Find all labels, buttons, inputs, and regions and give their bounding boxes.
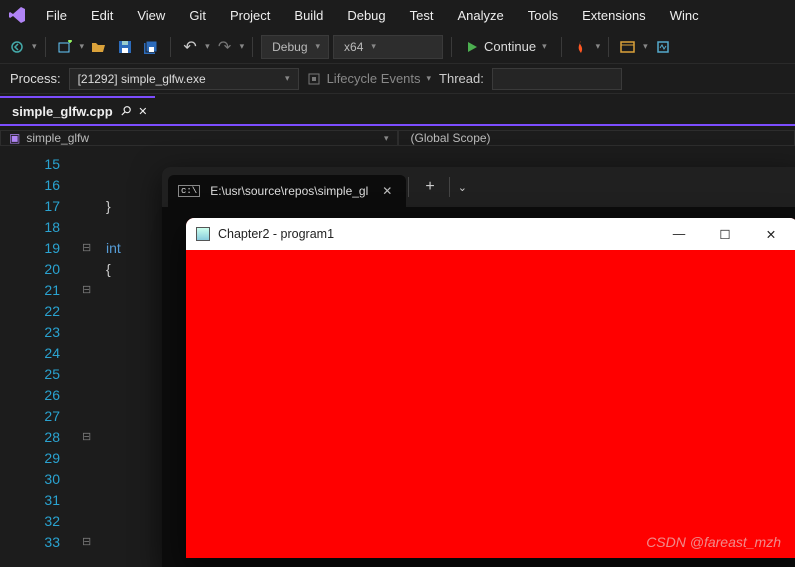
continue-button[interactable]: Continue ▾ [460,35,553,59]
project-icon: ▣ [9,131,20,145]
project-scope-dropdown[interactable]: ▣ simple_glfw ▾ [0,130,398,146]
tab-close-button[interactable]: ✕ [138,105,147,118]
vs-logo-icon [0,5,34,25]
chevron-down-icon[interactable]: ▾ [32,41,37,52]
minimize-button[interactable]: — [656,218,702,250]
separator [45,37,46,57]
global-scope-label: (Global Scope) [411,131,491,145]
terminal-tab-menu[interactable]: ⌄ [450,181,475,194]
pin-icon[interactable]: ⚲ [116,102,134,120]
hot-reload-button[interactable] [570,35,592,59]
tab-filename: simple_glfw.cpp [12,104,113,119]
app-canvas [186,250,795,558]
continue-label: Continue [484,39,536,54]
maximize-button[interactable]: ☐ [702,218,748,250]
debug-process-bar: Process: [21292] simple_glfw.exe▾ Lifecy… [0,64,795,94]
separator [608,37,609,57]
fold-gutter[interactable]: ⊟ ⊟ ⊟ ⊟ [82,150,102,553]
menu-edit[interactable]: Edit [79,2,125,29]
app-title-bar[interactable]: Chapter2 - program1 — ☐ ✕ [186,218,795,250]
process-value: [21292] simple_glfw.exe [78,72,206,86]
play-icon [466,41,478,53]
separator [252,37,253,57]
chevron-down-icon[interactable]: ▾ [596,41,601,52]
browser-button[interactable] [617,35,639,59]
menu-test[interactable]: Test [398,2,446,29]
terminal-tab[interactable]: c:\ E:\usr\source\repos\simple_gl ✕ [168,175,406,207]
save-all-button[interactable] [140,35,162,59]
menu-project[interactable]: Project [218,2,282,29]
close-button[interactable]: ✕ [748,218,794,250]
terminal-add-tab[interactable]: + [411,178,448,196]
separator [561,37,562,57]
chevron-down-icon[interactable]: ▾ [80,41,85,52]
scope-bar: ▣ simple_glfw ▾ (Global Scope) [0,126,795,150]
lifecycle-label: Lifecycle Events [327,71,421,86]
separator [170,37,171,57]
menu-extensions[interactable]: Extensions [570,2,658,29]
main-toolbar: ▾ ▾ ↶ ▾ ↷ ▾ Debug▾ x64▾ Continue ▾ ▾ ▾ [0,30,795,64]
keyword-int: int [106,240,121,256]
document-tab[interactable]: simple_glfw.cpp ⚲ ✕ [0,96,155,124]
lifecycle-events-button[interactable]: Lifecycle Events ▾ [307,67,431,91]
menu-debug[interactable]: Debug [335,2,397,29]
nav-back-button[interactable] [6,35,28,59]
app-window-title: Chapter2 - program1 [218,227,334,241]
new-item-button[interactable] [54,35,76,59]
menu-analyze[interactable]: Analyze [445,2,515,29]
undo-button[interactable]: ↶ [179,35,201,59]
diagnostics-button[interactable] [652,35,674,59]
menu-build[interactable]: Build [282,2,335,29]
terminal-tab-close[interactable]: ✕ [378,184,396,198]
app-window[interactable]: Chapter2 - program1 — ☐ ✕ [186,218,795,558]
chevron-down-icon[interactable]: ▾ [643,41,648,52]
project-name: simple_glfw [26,131,89,145]
configuration-dropdown[interactable]: Debug▾ [261,35,329,59]
open-folder-button[interactable] [88,35,110,59]
process-dropdown[interactable]: [21292] simple_glfw.exe▾ [69,68,299,90]
thread-label: Thread: [439,71,484,86]
save-button[interactable] [114,35,136,59]
terminal-tab-bar: c:\ E:\usr\source\repos\simple_gl ✕ + ⌄ [162,167,795,207]
menu-file[interactable]: File [34,2,79,29]
menu-window[interactable]: Winc [658,2,711,29]
menu-tools[interactable]: Tools [516,2,570,29]
chevron-down-icon[interactable]: ▾ [240,41,245,52]
chevron-down-icon[interactable]: ▾ [205,41,210,52]
redo-button[interactable]: ↷ [214,35,236,59]
process-label: Process: [10,71,61,86]
separator [451,37,452,57]
platform-label: x64 [344,40,363,54]
menu-bar: File Edit View Git Project Build Debug T… [0,0,795,30]
terminal-tab-title: E:\usr\source\repos\simple_gl [210,184,368,198]
menu-git[interactable]: Git [177,2,218,29]
menu-view[interactable]: View [125,2,177,29]
cmd-icon: c:\ [178,185,200,197]
document-tab-strip: simple_glfw.cpp ⚲ ✕ [0,94,795,126]
thread-dropdown[interactable] [492,68,622,90]
lifecycle-icon [307,72,321,86]
app-icon [196,227,210,241]
platform-dropdown[interactable]: x64▾ [333,35,443,59]
member-scope-dropdown[interactable]: (Global Scope) [398,130,795,146]
watermark-text: CSDN @fareast_mzh [646,534,781,550]
line-number-gutter: 15161718192021222324252627282930313233 [0,150,78,556]
configuration-label: Debug [272,40,307,54]
